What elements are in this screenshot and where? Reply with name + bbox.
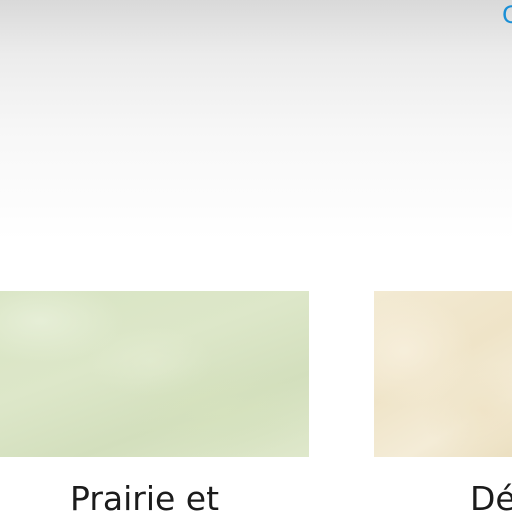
card-prairie[interactable]: Prairie et: [0, 291, 309, 512]
page: C Prairie et Dé: [0, 0, 512, 512]
card-label: Dé: [470, 479, 512, 512]
header-link[interactable]: C: [502, 0, 512, 30]
grassland-thumbnail: [0, 291, 309, 457]
card-desert[interactable]: Dé: [374, 291, 512, 512]
desert-thumbnail: [374, 291, 512, 457]
card-label: Prairie et: [70, 479, 220, 512]
